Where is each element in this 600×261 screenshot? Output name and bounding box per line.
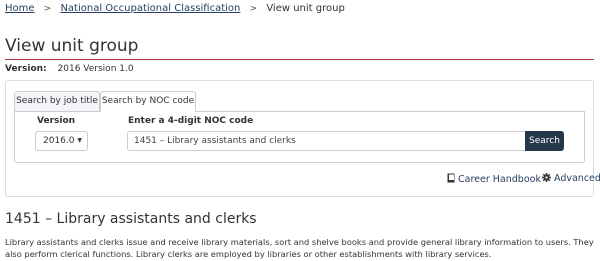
advanced-search-link[interactable]: Advanced [542,173,600,185]
tab-search-by-noc-code[interactable]: Search by NOC code [100,91,196,112]
search-form: Version Enter a 4-digit NOC code 2016.0 … [14,111,585,163]
unit-group-description: Library assistants and clerks issue and … [5,237,594,259]
noc-code-input[interactable]: 1451 – Library assistants and clerks [127,131,526,151]
unit-group-title: 1451 – Library assistants and clerks [5,211,257,227]
noc-field-label: Enter a 4-digit NOC code [128,116,254,126]
breadcrumb-current: View unit group [266,3,345,14]
breadcrumb-noc-link[interactable]: National Occupational Classification [60,3,240,14]
page-title: View unit group [5,36,139,56]
advanced-search-label: Advanced [554,173,600,184]
version-select[interactable]: 2016.0 ▼ [35,131,88,151]
tab-search-by-job-title[interactable]: Search by job title [14,91,100,112]
book-icon [447,173,455,183]
breadcrumb: Home > National Occupational Classificat… [5,3,345,15]
version-field-label: Version [37,116,76,126]
career-handbook-link[interactable]: Career Handbook [447,173,541,186]
gear-icon [542,173,551,182]
search-panel: Search by job title Search by NOC code V… [5,80,600,197]
breadcrumb-separator: > [43,4,52,14]
caret-down-icon: ▼ [77,137,82,144]
breadcrumb-home-link[interactable]: Home [5,3,35,14]
title-divider [5,59,594,60]
version-info: Version: 2016 Version 1.0 [5,64,134,75]
breadcrumb-separator: > [249,4,258,14]
career-handbook-label: Career Handbook [458,174,541,185]
version-info-label: Version: [5,64,47,74]
version-select-value: 2016.0 [43,136,75,146]
search-button[interactable]: Search [525,131,564,151]
version-info-value: 2016 Version 1.0 [57,64,134,74]
